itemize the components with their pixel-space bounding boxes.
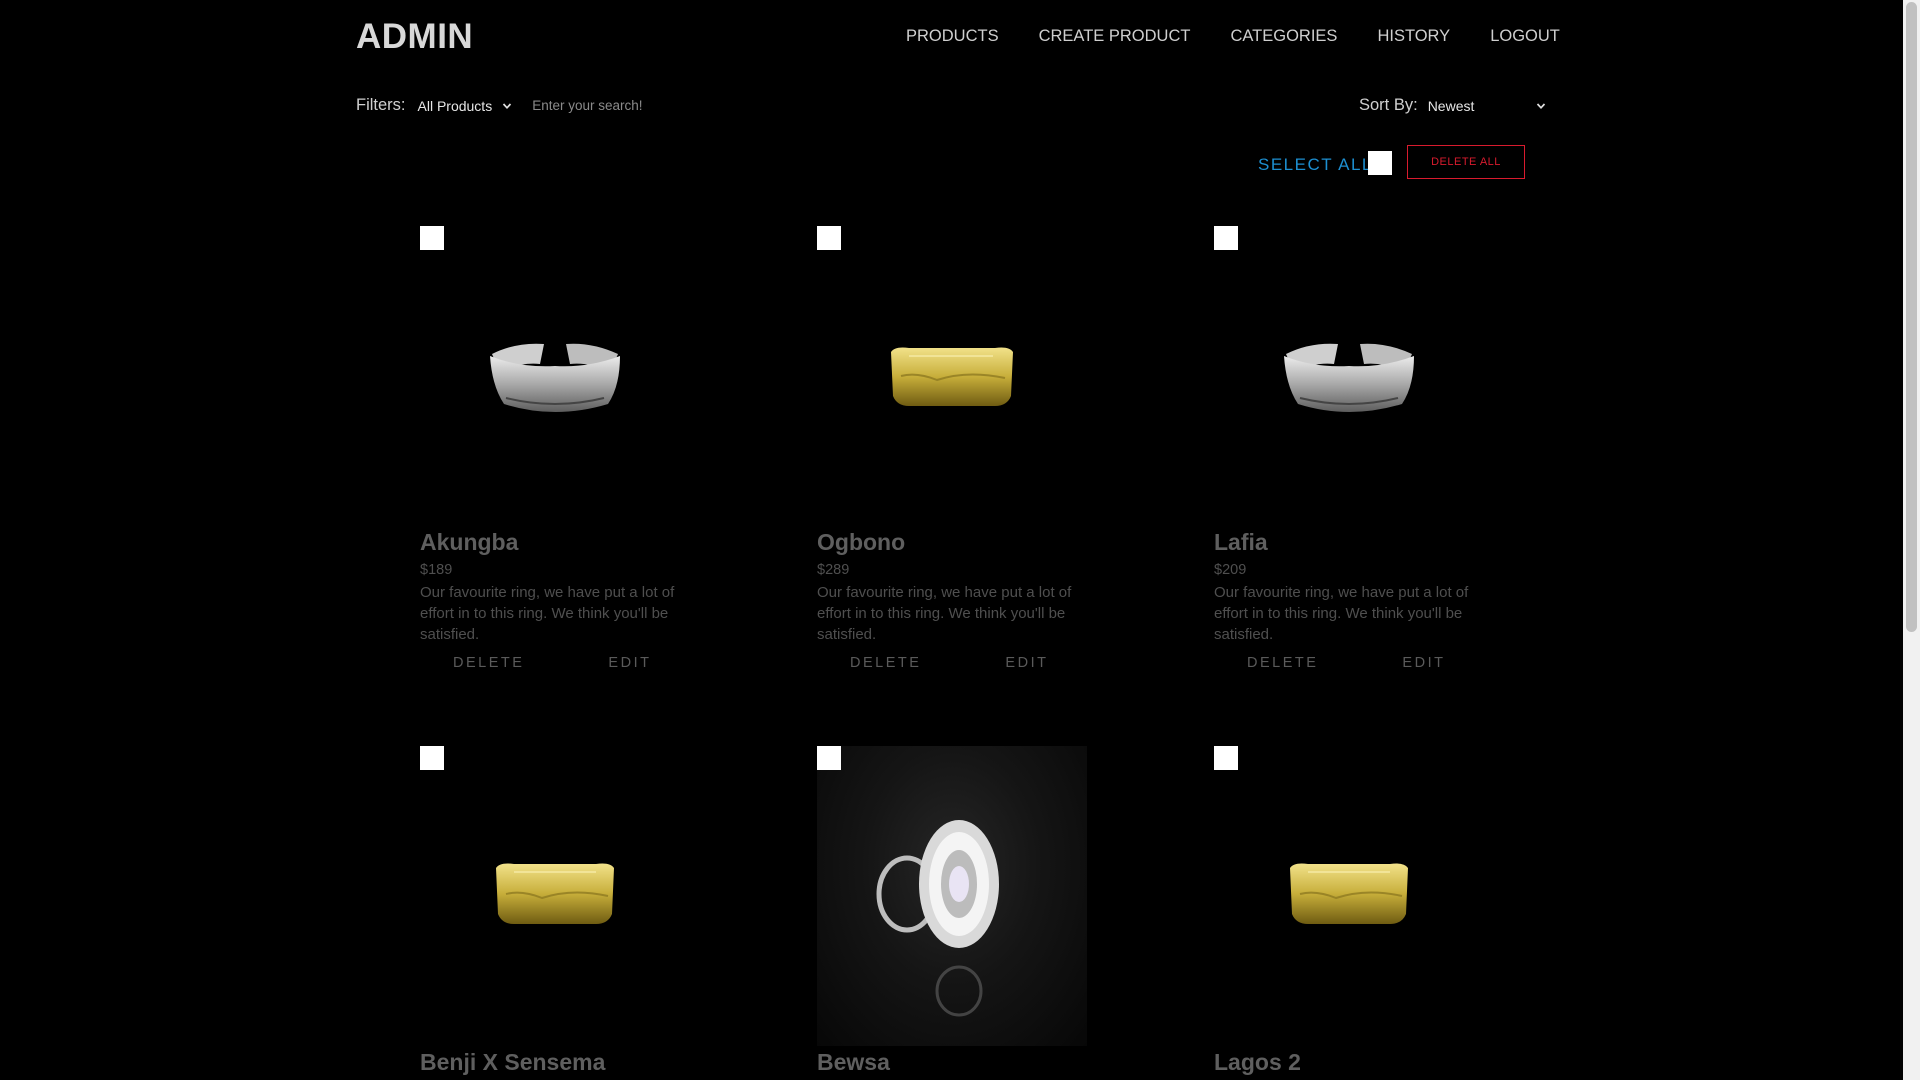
product-description: Our favourite ring, we have put a lot of… <box>420 584 675 643</box>
product-select-checkbox[interactable] <box>420 746 444 770</box>
scrollbar-thumb[interactable] <box>1906 2 1917 632</box>
product-price: $189 <box>420 562 453 578</box>
nav-categories[interactable]: CATEGORIES <box>1230 27 1337 46</box>
product-price: $209 <box>1214 562 1247 578</box>
sort-select[interactable]: Newest <box>1428 98 1546 114</box>
product-actions: DELETE EDIT <box>817 655 1087 671</box>
edit-button[interactable]: EDIT <box>608 655 651 671</box>
product-card: Ogbono $289 Our favourite ring, we have … <box>817 226 1087 686</box>
search-input[interactable] <box>530 97 795 114</box>
product-card: Benji X Sensema <box>420 746 690 1080</box>
vertical-scrollbar[interactable] <box>1903 0 1920 1080</box>
product-select-checkbox[interactable] <box>817 746 841 770</box>
select-all-checkbox[interactable] <box>1368 151 1392 175</box>
product-card: Akungba $189 Our favourite ring, we have… <box>420 226 690 686</box>
category-filter-select[interactable]: All Products <box>418 98 513 114</box>
delete-button[interactable]: DELETE <box>453 655 524 671</box>
product-select-checkbox[interactable] <box>1214 746 1238 770</box>
product-image[interactable] <box>420 746 690 1046</box>
silver-band-ring-icon <box>490 343 620 412</box>
product-image[interactable] <box>817 226 1087 526</box>
product-actions: DELETE EDIT <box>420 655 690 671</box>
gold-band-ring-icon <box>496 863 614 924</box>
diamond-cluster-ring-icon <box>876 820 999 1017</box>
nav-history[interactable]: HISTORY <box>1377 27 1450 46</box>
sort-value: Newest <box>1427 97 1475 114</box>
admin-products-page: ADMIN PRODUCTS CREATE PRODUCT CATEGORIES… <box>0 0 1920 1080</box>
product-image[interactable] <box>817 746 1087 1046</box>
product-card: Lagos 2 <box>1214 746 1484 1080</box>
product-card: Lafia $209 Our favourite ring, we have p… <box>1214 226 1484 686</box>
sort-label: Sort By: <box>1359 96 1418 114</box>
product-image[interactable] <box>1214 746 1484 1046</box>
delete-all-button[interactable]: DELETE ALL <box>1407 145 1525 179</box>
product-image[interactable] <box>420 226 690 526</box>
chevron-down-icon <box>503 102 512 109</box>
nav-create-product[interactable]: CREATE PRODUCT <box>1039 27 1191 46</box>
product-select-checkbox[interactable] <box>1214 226 1238 250</box>
gold-band-ring-icon <box>1290 863 1408 924</box>
filter-bar: Filters: All Products <box>356 96 795 115</box>
product-name[interactable]: Lafia <box>1214 529 1268 556</box>
edit-button[interactable]: EDIT <box>1402 655 1445 671</box>
silver-band-ring-icon <box>1284 343 1414 412</box>
gold-band-ring-icon <box>891 347 1013 406</box>
product-description: Our favourite ring, we have put a lot of… <box>1214 584 1469 643</box>
chevron-down-icon <box>1536 102 1545 109</box>
product-name[interactable]: Benji X Sensema <box>420 1049 605 1076</box>
product-name[interactable]: Akungba <box>420 529 518 556</box>
product-select-checkbox[interactable] <box>420 226 444 250</box>
product-name[interactable]: Lagos 2 <box>1214 1049 1301 1076</box>
edit-button[interactable]: EDIT <box>1005 655 1048 671</box>
delete-button[interactable]: DELETE <box>1247 655 1318 671</box>
brand-logo[interactable]: ADMIN <box>356 17 473 57</box>
product-description: Our favourite ring, we have put a lot of… <box>817 584 1072 643</box>
sort-bar: Sort By: Newest <box>1359 96 1546 115</box>
product-select-checkbox[interactable] <box>817 226 841 250</box>
product-name[interactable]: Bewsa <box>817 1049 890 1076</box>
select-all-button[interactable]: SELECT ALL <box>1258 155 1373 175</box>
category-filter-value: All Products <box>417 97 493 114</box>
product-image[interactable] <box>1214 226 1484 526</box>
main-nav: PRODUCTS CREATE PRODUCT CATEGORIES HISTO… <box>906 27 1560 46</box>
product-price: $289 <box>817 562 850 578</box>
product-card: Bewsa <box>817 746 1087 1080</box>
product-actions: DELETE EDIT <box>1214 655 1484 671</box>
delete-button[interactable]: DELETE <box>850 655 921 671</box>
filters-label: Filters: <box>356 96 406 114</box>
product-name[interactable]: Ogbono <box>817 529 905 556</box>
nav-logout[interactable]: LOGOUT <box>1490 27 1560 46</box>
nav-products[interactable]: PRODUCTS <box>906 27 999 46</box>
